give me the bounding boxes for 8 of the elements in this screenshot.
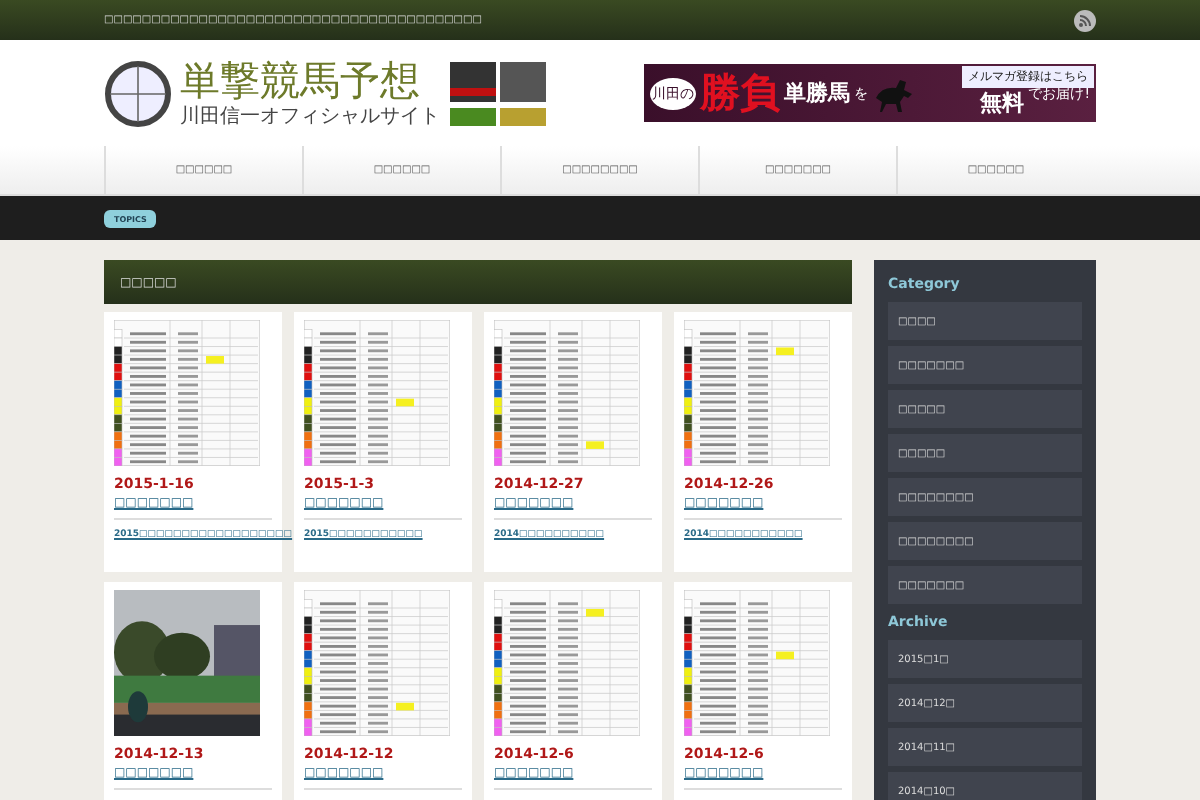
crosshair-icon bbox=[104, 59, 172, 127]
site-subtitle: 川田信一オフィシャルサイト bbox=[180, 103, 440, 129]
banner-text: 単勝馬 bbox=[784, 78, 850, 108]
banner-headline: 勝負 bbox=[700, 66, 780, 120]
book-covers-drawing bbox=[448, 59, 548, 127]
site-title: 単撃競馬予想 bbox=[180, 57, 422, 101]
banner-free: 無料 bbox=[980, 88, 1025, 118]
rss-icon[interactable] bbox=[1074, 9, 1096, 31]
